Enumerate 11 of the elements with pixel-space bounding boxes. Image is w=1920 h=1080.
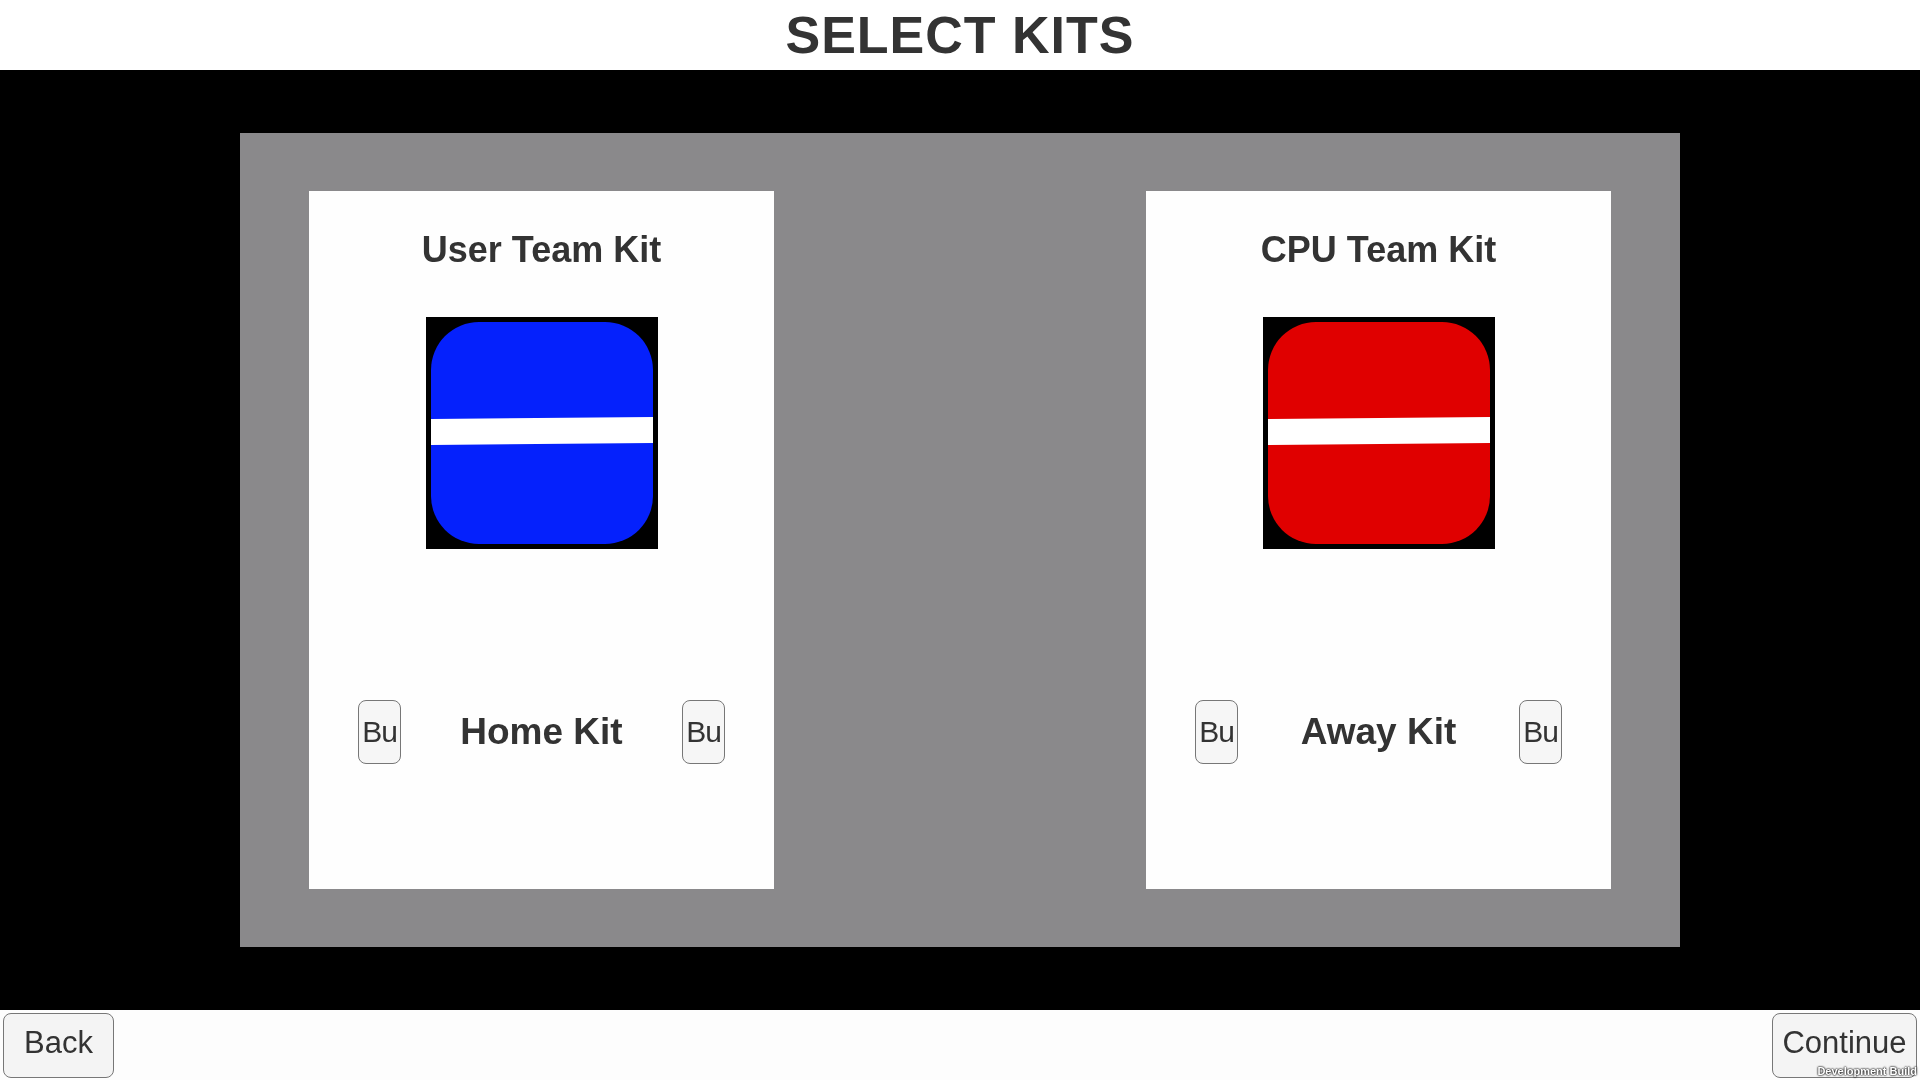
next-kit-button[interactable]: Bu [682,700,725,764]
build-label: Development Build [1817,1065,1917,1077]
kit-name: Away Kit [1300,711,1457,753]
previous-kit-button[interactable]: Bu [1195,700,1238,764]
next-kit-button[interactable]: Bu [1519,700,1562,764]
card-title: CPU Team Kit [1260,231,1497,269]
previous-kit-button[interactable]: Bu [358,700,401,764]
card-title: User Team Kit [421,231,662,269]
kit-name: Home Kit [460,711,623,753]
back-button[interactable]: Back [3,1012,114,1078]
page-title: SELECT KITS [785,9,1135,61]
